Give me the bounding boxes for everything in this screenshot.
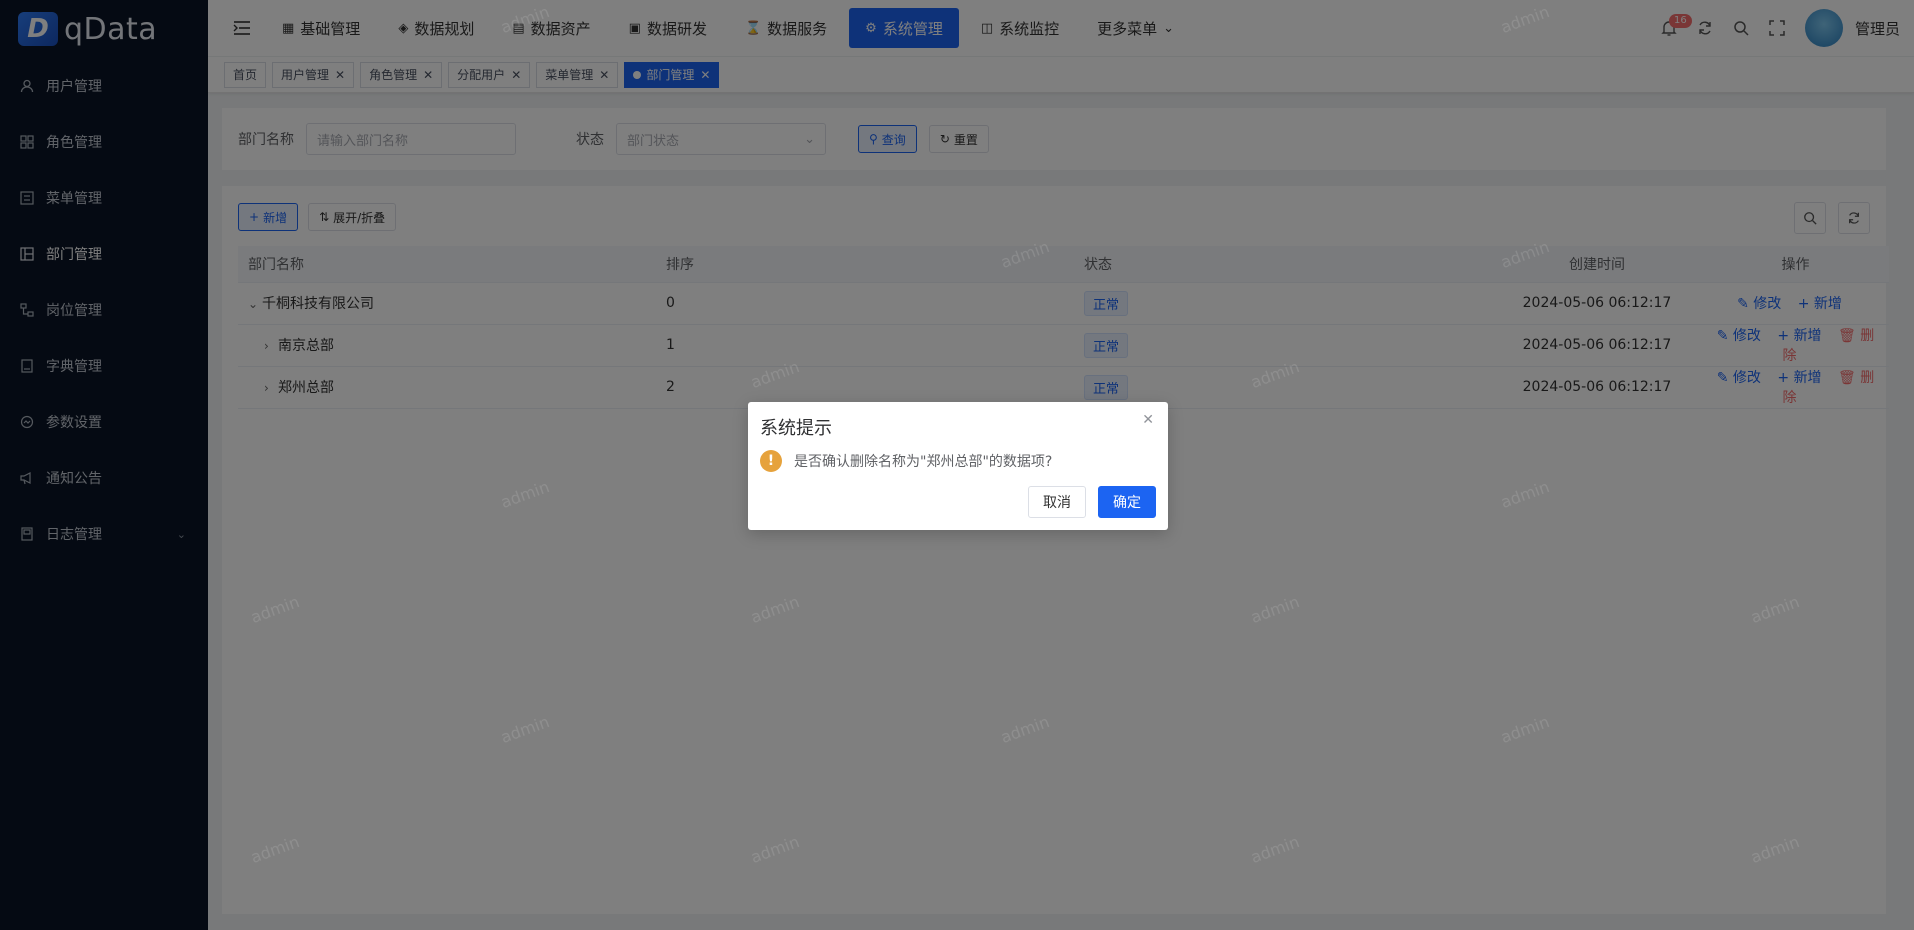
watermark: admin — [998, 711, 1052, 748]
watermark: admin — [1498, 236, 1552, 273]
watermark: admin — [748, 356, 802, 393]
watermark: admin — [1498, 711, 1552, 748]
watermark: admin — [498, 476, 552, 513]
watermark: admin — [248, 591, 302, 628]
watermark: admin — [498, 1, 552, 38]
confirm-button[interactable]: 确定 — [1098, 486, 1156, 518]
watermark: admin — [1248, 356, 1302, 393]
watermark: admin — [748, 831, 802, 868]
watermark: admin — [748, 591, 802, 628]
watermark: admin — [1498, 1, 1552, 38]
watermark: admin — [1498, 476, 1552, 513]
close-icon[interactable]: ✕ — [1142, 412, 1154, 428]
confirm-dialog: 系统提示 ✕ ! 是否确认删除名称为"郑州总部"的数据项? 取消 确定 — [748, 402, 1168, 530]
dialog-title: 系统提示 — [760, 418, 832, 439]
cancel-button[interactable]: 取消 — [1028, 486, 1086, 518]
watermark: admin — [248, 831, 302, 868]
watermark: admin — [1748, 831, 1802, 868]
watermark: admin — [498, 711, 552, 748]
watermark: admin — [1248, 591, 1302, 628]
warning-icon: ! — [760, 450, 782, 472]
watermark: admin — [1748, 591, 1802, 628]
dialog-body: ! 是否确认删除名称为"郑州总部"的数据项? — [760, 450, 1052, 472]
dialog-message: 是否确认删除名称为"郑州总部"的数据项? — [794, 454, 1053, 470]
dialog-footer: 取消 确定 — [1016, 486, 1156, 518]
watermark: admin — [998, 236, 1052, 273]
watermark: admin — [1248, 831, 1302, 868]
